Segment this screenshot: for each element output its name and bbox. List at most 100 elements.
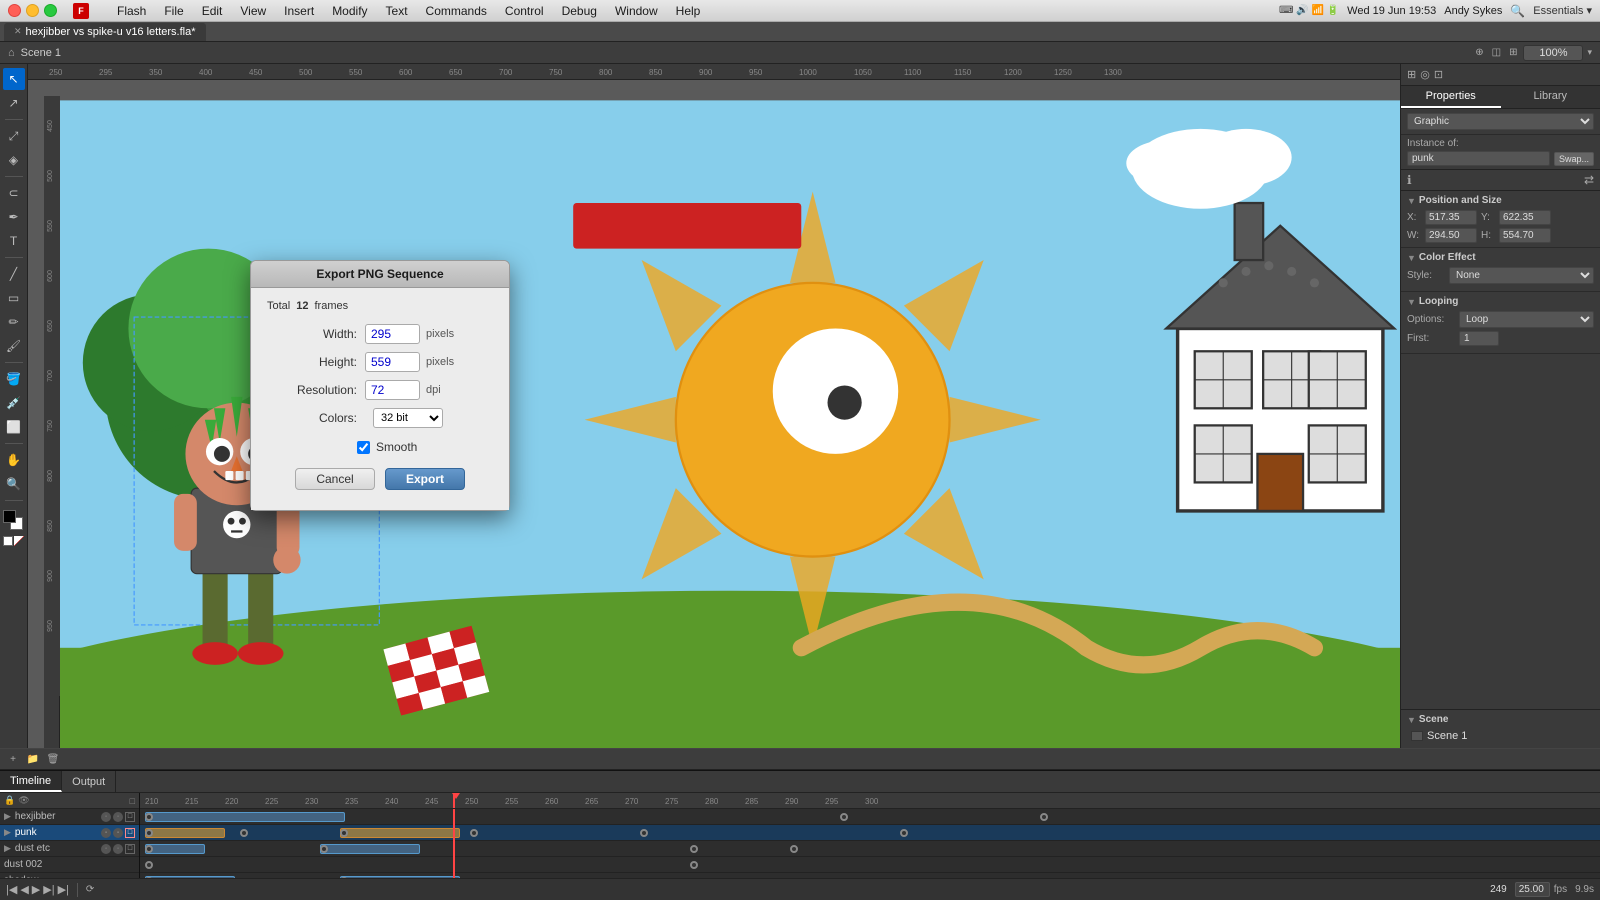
timeline-tab[interactable]: Timeline <box>0 771 62 792</box>
layer-outline-btn-dust-etc[interactable]: □ <box>125 844 135 854</box>
w-input[interactable] <box>1425 228 1477 243</box>
play-button[interactable]: ▶ <box>32 883 40 896</box>
layer-hide-btn-dust-etc[interactable]: · <box>101 844 111 854</box>
canvas-area[interactable]: 250 295 350 400 450 500 550 600 650 700 … <box>28 64 1400 748</box>
zoom-button[interactable] <box>44 4 57 17</box>
goto-end-button[interactable]: ▶| <box>58 883 69 896</box>
fps-input[interactable] <box>1515 882 1550 897</box>
file-tab[interactable]: ✕ hexjibber vs spike-u v16 letters.fla* <box>4 23 206 41</box>
menu-view[interactable]: View <box>232 2 274 20</box>
text-tool[interactable]: T <box>3 230 25 252</box>
first-input[interactable] <box>1459 331 1499 346</box>
dialog-title: Export PNG Sequence <box>251 261 509 288</box>
layer-hide-btn-punk[interactable]: · <box>101 828 111 838</box>
new-layer-button[interactable]: + <box>4 750 22 768</box>
gradient-tool[interactable]: ◈ <box>3 149 25 171</box>
menu-file[interactable]: File <box>156 2 191 20</box>
loop-icon[interactable]: ⟳ <box>86 884 94 895</box>
tab-properties[interactable]: Properties <box>1401 86 1501 108</box>
close-button[interactable] <box>8 4 21 17</box>
close-tab-icon[interactable]: ✕ <box>14 26 22 37</box>
swap-button[interactable]: Swap... <box>1554 152 1594 166</box>
frame-span-dust-etc-2 <box>320 844 420 854</box>
paint-bucket-tool[interactable]: 🪣 <box>3 368 25 390</box>
layer-lock-btn-punk[interactable]: · <box>113 828 123 838</box>
menu-text[interactable]: Text <box>378 2 416 20</box>
minimize-button[interactable] <box>26 4 39 17</box>
select-tool[interactable]: ↖ <box>3 68 25 90</box>
menu-flash[interactable]: Flash <box>109 2 154 20</box>
layer-dust002[interactable]: dust 002 <box>0 857 139 873</box>
output-tab[interactable]: Output <box>62 771 116 792</box>
zoom-level[interactable]: 100% <box>1523 45 1583 61</box>
menu-modify[interactable]: Modify <box>324 2 375 20</box>
delete-layer-button[interactable]: 🗑 <box>44 750 62 768</box>
smooth-checkbox[interactable] <box>357 441 370 454</box>
zoom-tool[interactable]: 🔍 <box>3 473 25 495</box>
height-input[interactable] <box>365 352 420 372</box>
eyedropper-tool[interactable]: 💉 <box>3 392 25 414</box>
menu-insert[interactable]: Insert <box>276 2 322 20</box>
smooth-label[interactable]: Smooth <box>376 440 417 454</box>
menu-debug[interactable]: Debug <box>554 2 605 20</box>
color-effect-label: Color Effect <box>1419 252 1476 263</box>
pen-tool[interactable]: ✒ <box>3 206 25 228</box>
next-frame-button[interactable]: ▶| <box>43 883 54 896</box>
new-folder-button[interactable]: 📁 <box>24 750 42 768</box>
foreground-color[interactable] <box>3 510 16 523</box>
cancel-button[interactable]: Cancel <box>295 468 375 490</box>
layer-outline-btn[interactable]: □ <box>125 812 135 822</box>
swap-colors-button[interactable] <box>14 536 24 546</box>
type-select[interactable]: Graphic Movie Clip Button <box>1407 113 1594 130</box>
layer-outline-btn-punk[interactable]: □ <box>125 828 135 838</box>
line-tool[interactable]: ╱ <box>3 263 25 285</box>
transform-tool[interactable]: ⤢ <box>3 125 25 147</box>
info-icon[interactable]: ℹ <box>1407 173 1412 187</box>
layer-lock-btn[interactable]: · <box>113 812 123 822</box>
menu-edit[interactable]: Edit <box>194 2 231 20</box>
zoom-dropdown-icon[interactable]: ▾ <box>1587 47 1592 58</box>
instance-name-input[interactable] <box>1407 151 1550 166</box>
export-button[interactable]: Export <box>385 468 465 490</box>
pencil-tool[interactable]: ✏ <box>3 311 25 333</box>
h-input[interactable] <box>1499 228 1551 243</box>
scene1-item[interactable]: Scene 1 <box>1407 728 1594 744</box>
x-input[interactable] <box>1425 210 1477 225</box>
magnet-icon[interactable]: ◫ <box>1490 47 1503 58</box>
style-select[interactable]: None Brightness Tint Advanced Alpha <box>1449 267 1594 284</box>
layer-lock-btn-dust-etc[interactable]: · <box>113 844 123 854</box>
y-input[interactable] <box>1499 210 1551 225</box>
subselect-tool[interactable]: ↗ <box>3 92 25 114</box>
prev-frame-button[interactable]: ◀ <box>20 883 28 896</box>
layer-hide-btn[interactable]: · <box>101 812 111 822</box>
colors-select[interactable]: 32 bit 24 bit 8 bit <box>373 408 443 428</box>
search-icon[interactable]: 🔍 <box>1510 4 1525 18</box>
menu-window[interactable]: Window <box>607 2 666 20</box>
scene-canvas[interactable]: Export PNG Sequence Total 12 frames Widt… <box>60 80 1400 748</box>
tab-library[interactable]: Library <box>1501 86 1600 108</box>
brush-tool[interactable]: 🖌 <box>3 335 25 357</box>
goto-start-button[interactable]: |◀ <box>6 883 17 896</box>
rect-tool[interactable]: ▭ <box>3 287 25 309</box>
no-fill-button[interactable] <box>3 536 13 546</box>
layer-punk[interactable]: ▶ punk · · □ <box>0 825 139 841</box>
svg-text:650: 650 <box>449 68 463 77</box>
frames-label: frames <box>315 300 349 312</box>
snap-icon[interactable]: ⊕ <box>1473 47 1485 58</box>
swap-instance-icon[interactable]: ⇄ <box>1584 173 1594 187</box>
width-input[interactable] <box>365 324 420 344</box>
options-select[interactable]: Loop Play Once Single Frame <box>1459 311 1594 328</box>
menu-help[interactable]: Help <box>668 2 709 20</box>
menu-control[interactable]: Control <box>497 2 552 20</box>
lasso-tool[interactable]: ⊂ <box>3 182 25 204</box>
resolution-input[interactable] <box>365 380 420 400</box>
layer-dust-etc[interactable]: ▶ dust etc · · □ <box>0 841 139 857</box>
menu-commands[interactable]: Commands <box>418 2 495 20</box>
hand-tool[interactable]: ✋ <box>3 449 25 471</box>
layer-hexjibber[interactable]: ▶ hexjibber · · □ <box>0 809 139 825</box>
transform-icon[interactable]: ⊞ <box>1507 47 1519 58</box>
canvas-viewport[interactable]: 450 500 550 600 650 700 750 800 850 900 … <box>44 80 1400 748</box>
eraser-tool[interactable]: ⬜ <box>3 416 25 438</box>
export-dialog[interactable]: Export PNG Sequence Total 12 frames Widt… <box>250 260 510 511</box>
color-swatches[interactable] <box>3 510 25 532</box>
